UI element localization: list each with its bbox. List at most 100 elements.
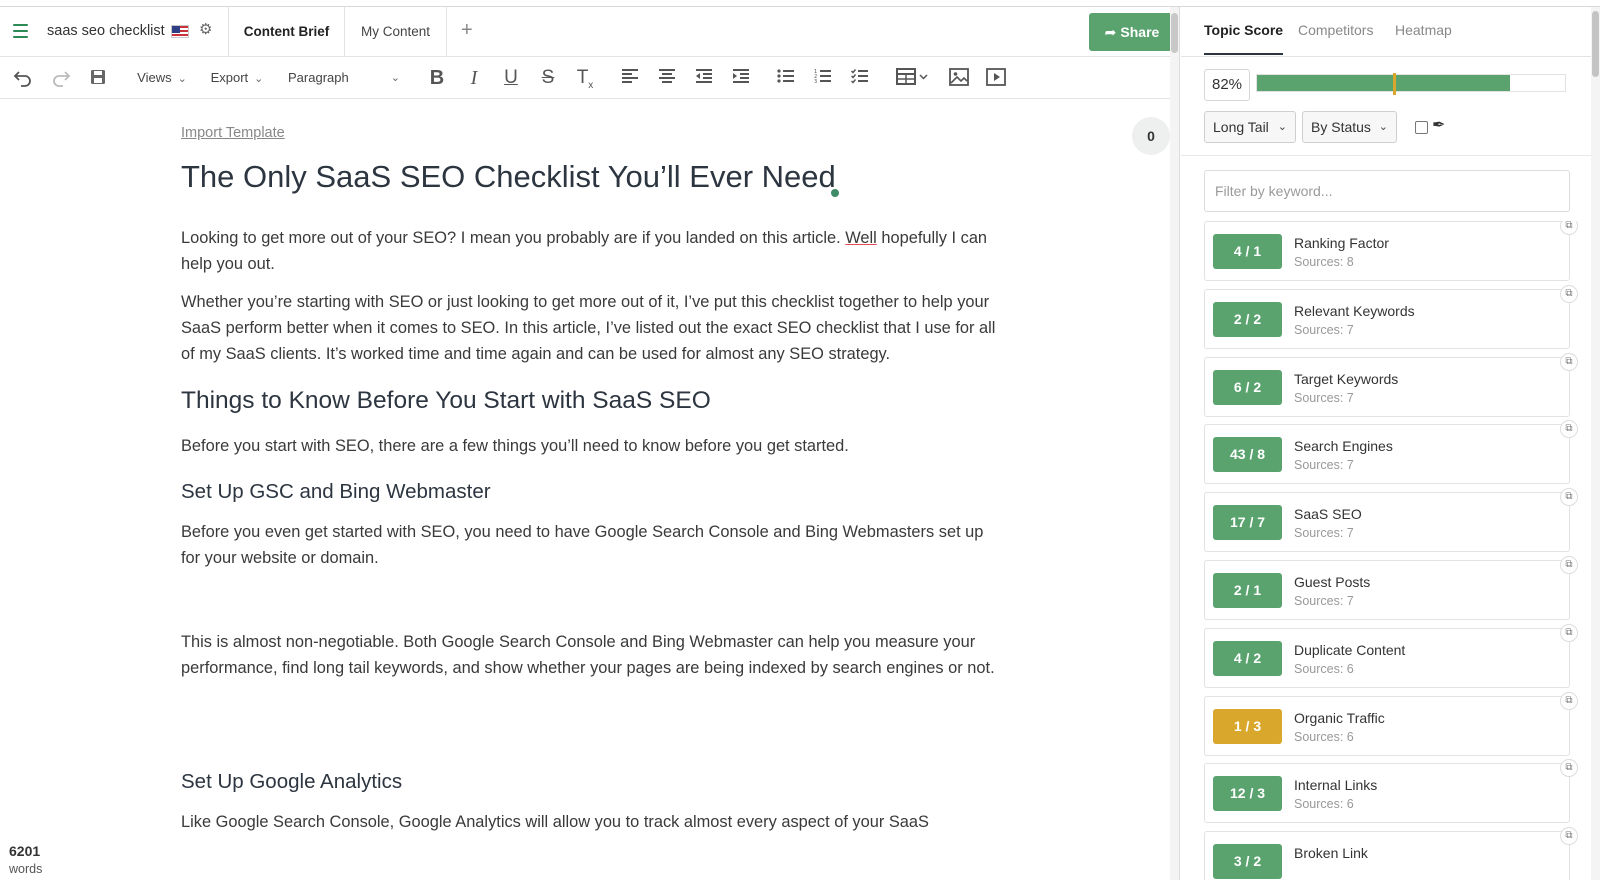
views-dropdown[interactable]: Views ⌄ xyxy=(132,64,192,92)
bold-icon[interactable]: B xyxy=(424,64,450,92)
numbered-list-icon[interactable]: 123 xyxy=(810,64,836,92)
keyword-item[interactable]: 12 / 3 Internal Links Sources: 6 ⧉ xyxy=(1204,759,1578,824)
heading-google-analytics[interactable]: Set Up Google Analytics xyxy=(181,767,1001,797)
video-icon[interactable] xyxy=(983,64,1009,92)
keyword-item[interactable]: 17 / 7 SaaS SEO Sources: 7 ⧉ xyxy=(1204,488,1578,553)
indent-icon[interactable] xyxy=(728,64,754,92)
chevron-down-icon: ⌄ xyxy=(1277,121,1287,133)
keyword-list: 4 / 1 Ranking Factor Sources: 8 ⧉ 2 / 2 Relev… xyxy=(1204,221,1599,880)
keyword-type-value: Long Tail xyxy=(1213,119,1269,135)
keyword-filter-input[interactable]: Filter by keyword... xyxy=(1204,170,1570,212)
editor-scrollbar-thumb[interactable] xyxy=(1171,13,1178,53)
tab-content-brief[interactable]: Content Brief xyxy=(228,7,345,57)
paragraph-5[interactable]: This is almost non-negotiable. Both Goog… xyxy=(181,629,1001,681)
add-tab-icon[interactable]: + xyxy=(461,19,473,42)
copy-icon[interactable]: ⧉ xyxy=(1560,221,1578,235)
align-left-icon[interactable] xyxy=(617,64,643,92)
keyword-item[interactable]: 6 / 2 Target Keywords Sources: 7 ⧉ xyxy=(1204,352,1578,417)
us-flag-icon[interactable] xyxy=(171,25,189,38)
heading-gsc-bing[interactable]: Set Up GSC and Bing Webmaster xyxy=(181,477,1001,507)
block-format-select[interactable]: Paragraph ⌄ xyxy=(288,64,404,92)
panel-scrollbar-thumb[interactable] xyxy=(1592,11,1599,77)
keyword-usage-badge: 4 / 1 xyxy=(1213,234,1282,269)
keyword-item[interactable]: 1 / 3 Organic Traffic Sources: 6 ⧉ xyxy=(1204,691,1578,756)
panel-tab-bar: Topic Score Competitors Heatmap xyxy=(1181,7,1591,57)
keyword-usage-badge: 43 / 8 xyxy=(1213,437,1282,473)
table-icon[interactable] xyxy=(893,64,933,92)
image-icon[interactable] xyxy=(946,64,972,92)
outdent-icon[interactable] xyxy=(691,64,717,92)
copy-icon[interactable]: ⧉ xyxy=(1560,555,1578,574)
copy-icon[interactable]: ⧉ xyxy=(1560,352,1578,371)
keyword-item[interactable]: 4 / 2 Duplicate Content Sources: 6 ⧉ xyxy=(1204,623,1578,688)
keyword-item[interactable]: 4 / 1 Ranking Factor Sources: 8 ⧉ xyxy=(1204,221,1578,281)
paragraph-3[interactable]: Before you start with SEO, there are a f… xyxy=(181,433,1001,459)
copy-icon[interactable]: ⧉ xyxy=(1560,759,1578,778)
keyword-usage-badge: 1 / 3 xyxy=(1213,708,1282,744)
redo-icon[interactable] xyxy=(48,64,74,92)
keyword-item[interactable]: 2 / 2 Relevant Keywords Sources: 7 ⧉ xyxy=(1204,284,1578,349)
keyword-item[interactable]: 43 / 8 Search Engines Sources: 7 ⧉ xyxy=(1204,420,1578,485)
tab-topic-score[interactable]: Topic Score xyxy=(1204,22,1284,55)
copy-icon[interactable]: ⧉ xyxy=(1560,284,1578,303)
editor-content: Import Template 0 The Only SaaS SEO Chec… xyxy=(0,99,1180,880)
tab-competitors[interactable]: Competitors xyxy=(1298,22,1373,38)
topic-score-target-marker xyxy=(1392,73,1396,95)
keyword-usage-badge: 2 / 1 xyxy=(1213,572,1282,608)
document-title[interactable]: The Only SaaS SEO Checklist You’ll Ever … xyxy=(181,157,1001,197)
copy-icon[interactable]: ⧉ xyxy=(1560,827,1578,846)
checklist-icon[interactable] xyxy=(847,64,873,92)
topic-score-value: 82% xyxy=(1204,69,1250,101)
import-template-link[interactable]: Import Template xyxy=(181,125,285,141)
status-select[interactable]: By Status ⌄ xyxy=(1302,111,1397,143)
tab-heatmap[interactable]: Heatmap xyxy=(1395,22,1452,38)
title-text: The Only SaaS SEO Checklist You’ll Ever … xyxy=(181,159,836,194)
underline-icon[interactable]: U xyxy=(498,64,524,92)
align-center-icon[interactable] xyxy=(654,64,680,92)
keyword-sources: Sources: 6 xyxy=(1294,661,1354,676)
clear-format-icon[interactable]: Tx xyxy=(572,64,598,92)
copy-icon[interactable]: ⧉ xyxy=(1560,691,1578,710)
gear-icon[interactable]: ⚙ xyxy=(199,20,212,38)
paragraph-6[interactable]: Like Google Search Console, Google Analy… xyxy=(181,809,1001,835)
word-count: 6201 words xyxy=(9,843,42,876)
spellcheck-word[interactable]: Well xyxy=(845,229,877,247)
document-body[interactable]: The Only SaaS SEO Checklist You’ll Ever … xyxy=(181,157,1001,847)
heading-things-to-know[interactable]: Things to Know Before You Start with Saa… xyxy=(181,385,1001,417)
menu-icon[interactable] xyxy=(13,24,28,38)
italic-icon[interactable]: I xyxy=(461,64,487,92)
keyword-usage-badge: 4 / 2 xyxy=(1213,640,1282,676)
strikethrough-icon[interactable]: S xyxy=(535,64,561,92)
document-name[interactable]: saas seo checklist xyxy=(47,23,165,39)
empty-line[interactable] xyxy=(181,583,1001,629)
comment-count-badge[interactable]: 0 xyxy=(1132,117,1170,155)
paragraph-2[interactable]: Whether you’re starting with SEO or just… xyxy=(181,289,1001,367)
keyword-name: Ranking Factor xyxy=(1294,235,1389,251)
keyword-name: Organic Traffic xyxy=(1294,709,1385,726)
copy-icon[interactable]: ⧉ xyxy=(1560,623,1578,642)
panel-scrollbar[interactable] xyxy=(1591,7,1600,880)
copy-icon[interactable]: ⧉ xyxy=(1560,488,1578,507)
export-label: Export xyxy=(210,70,249,85)
select-all-checkbox[interactable] xyxy=(1415,121,1428,134)
export-dropdown[interactable]: Export ⌄ xyxy=(206,64,268,92)
bullet-list-icon[interactable] xyxy=(773,64,799,92)
keyword-type-select[interactable]: Long Tail ⌄ xyxy=(1204,111,1296,143)
tab-my-content[interactable]: My Content xyxy=(345,7,447,57)
pen-icon[interactable]: ✒ xyxy=(1432,115,1445,135)
copy-icon[interactable]: ⧉ xyxy=(1560,420,1578,439)
chevron-down-icon: ⌄ xyxy=(254,73,264,85)
paragraph-1[interactable]: Looking to get more out of your SEO? I m… xyxy=(181,225,1001,277)
empty-line[interactable] xyxy=(181,693,1001,749)
editor-scrollbar[interactable] xyxy=(1170,7,1179,880)
save-icon[interactable] xyxy=(85,64,111,92)
keyword-usage-badge: 17 / 7 xyxy=(1213,505,1282,541)
keyword-item[interactable]: 2 / 1 Guest Posts Sources: 7 ⧉ xyxy=(1204,555,1578,620)
paragraph-4[interactable]: Before you even get started with SEO, yo… xyxy=(181,519,1001,571)
undo-icon[interactable] xyxy=(10,64,36,92)
chevron-down-icon: ⌄ xyxy=(1378,121,1388,133)
keyword-item[interactable]: 3 / 2 Broken Link ⧉ xyxy=(1204,827,1578,880)
share-button[interactable]: ➦ Share xyxy=(1089,13,1175,51)
topic-panel: Topic Score Competitors Heatmap 82% Long… xyxy=(1181,7,1600,880)
keyword-sources: Sources: 7 xyxy=(1294,390,1354,405)
